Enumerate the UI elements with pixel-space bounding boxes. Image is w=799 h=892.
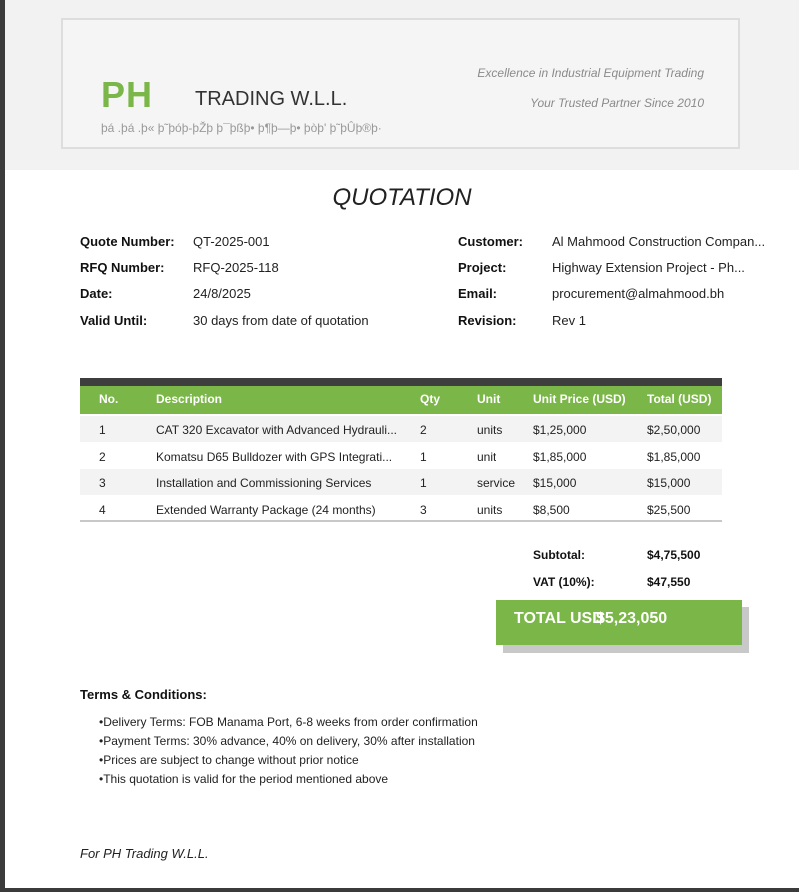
terms-item: Prices are subject to change without pri… bbox=[99, 751, 478, 770]
valid-until-label: Valid Until: bbox=[80, 313, 148, 328]
col-header-unit-price: Unit Price (USD) bbox=[533, 392, 626, 406]
quote-number-label: Quote Number: bbox=[80, 234, 175, 249]
grand-total-label: TOTAL USD bbox=[514, 610, 604, 627]
terms-item: Delivery Terms: FOB Manama Port, 6-8 wee… bbox=[99, 713, 478, 732]
table-row: 1 CAT 320 Excavator with Advanced Hydrau… bbox=[80, 416, 722, 442]
date-value: 24/8/2025 bbox=[193, 286, 251, 301]
company-name: TRADING W.L.L. bbox=[195, 88, 348, 110]
cell-qty: 2 bbox=[420, 423, 427, 437]
subtotal-value: $4,75,500 bbox=[647, 548, 701, 562]
terms-title: Terms & Conditions: bbox=[80, 687, 207, 702]
cell-unit-price: $1,85,000 bbox=[533, 450, 587, 464]
revision-value: Rev 1 bbox=[552, 313, 586, 328]
cell-no: 1 bbox=[99, 423, 106, 437]
cell-total: $15,000 bbox=[647, 476, 691, 490]
table-row: 4 Extended Warranty Package (24 months) … bbox=[80, 496, 722, 522]
revision-label: Revision: bbox=[458, 313, 517, 328]
cell-total: $25,500 bbox=[647, 503, 691, 517]
project-label: Project: bbox=[458, 260, 507, 275]
tagline-secondary: Your Trusted Partner Since 2010 bbox=[530, 96, 704, 110]
customer-value: Al Mahmood Construction Compan... bbox=[552, 234, 766, 249]
subtotal-label: Subtotal: bbox=[533, 548, 585, 562]
cell-unit: units bbox=[477, 423, 503, 437]
table-row: 2 Komatsu D65 Bulldozer with GPS Integra… bbox=[80, 443, 722, 469]
project-value: Highway Extension Project - Ph... bbox=[552, 260, 745, 275]
table-row: 3 Installation and Commissioning Service… bbox=[80, 469, 722, 495]
col-header-unit: Unit bbox=[477, 392, 501, 406]
table-bottom-rule bbox=[80, 520, 722, 522]
cell-unit: unit bbox=[477, 450, 497, 464]
rfq-number-value: RFQ-2025-118 bbox=[193, 260, 279, 275]
date-label: Date: bbox=[80, 286, 113, 301]
table-header: No. Description Qty Unit Unit Price (USD… bbox=[80, 386, 722, 414]
email-value: procurement@almahmood.bh bbox=[552, 286, 725, 301]
cell-unit: units bbox=[477, 503, 503, 517]
customer-label: Customer: bbox=[458, 234, 524, 249]
company-logo: PH bbox=[101, 74, 154, 115]
quote-number-value: QT-2025-001 bbox=[193, 234, 270, 249]
signoff: For PH Trading W.L.L. bbox=[80, 846, 209, 861]
valid-until-value: 30 days from date of quotation bbox=[193, 313, 369, 328]
cell-no: 4 bbox=[99, 503, 106, 517]
tagline-primary: Excellence in Industrial Equipment Tradi… bbox=[477, 66, 704, 80]
cell-unit-price: $15,000 bbox=[533, 476, 577, 490]
cell-qty: 1 bbox=[420, 450, 427, 464]
cell-no: 2 bbox=[99, 450, 106, 464]
cell-description: Installation and Commissioning Services bbox=[156, 476, 372, 490]
header-band: PH TRADING W.L.L. þá .þá .þ« þ˜þóþ-þŽþ þ… bbox=[5, 0, 799, 170]
vat-label: VAT (10%): bbox=[533, 575, 595, 589]
letterhead: PH TRADING W.L.L. þá .þá .þ« þ˜þóþ-þŽþ þ… bbox=[61, 18, 740, 149]
quotation-page: PH TRADING W.L.L. þá .þá .þ« þ˜þóþ-þŽþ þ… bbox=[5, 0, 799, 888]
table-top-bar bbox=[80, 378, 722, 386]
cell-description: Komatsu D65 Bulldozer with GPS Integrati… bbox=[156, 450, 393, 464]
cell-description: CAT 320 Excavator with Advanced Hydrauli… bbox=[156, 423, 398, 437]
col-header-qty: Qty bbox=[420, 392, 441, 406]
cell-description: Extended Warranty Package (24 months) bbox=[156, 503, 376, 517]
col-header-no: No. bbox=[99, 392, 119, 406]
cell-qty: 3 bbox=[420, 503, 427, 517]
cell-unit: service bbox=[477, 476, 516, 490]
cell-total: $1,85,000 bbox=[647, 450, 701, 464]
cell-no: 3 bbox=[99, 476, 106, 490]
cell-total: $2,50,000 bbox=[647, 423, 701, 437]
grand-total-value: $5,23,050 bbox=[596, 610, 668, 627]
email-label: Email: bbox=[458, 286, 498, 301]
col-header-description: Description bbox=[156, 392, 223, 406]
terms-item: This quotation is valid for the period m… bbox=[99, 770, 478, 789]
cell-unit-price: $8,500 bbox=[533, 503, 570, 517]
cell-qty: 1 bbox=[420, 476, 427, 490]
company-name-arabic: þá .þá .þ« þ˜þóþ-þŽþ þ¯þßþ• þ¶þ—þ• þòþ' … bbox=[101, 121, 382, 135]
document-title: QUOTATION bbox=[332, 184, 472, 211]
col-header-total: Total (USD) bbox=[647, 392, 712, 406]
cell-unit-price: $1,25,000 bbox=[533, 423, 587, 437]
terms-item: Payment Terms: 30% advance, 40% on deliv… bbox=[99, 732, 478, 751]
rfq-number-label: RFQ Number: bbox=[80, 260, 165, 275]
terms-list: Delivery Terms: FOB Manama Port, 6-8 wee… bbox=[99, 713, 478, 789]
vat-value: $47,550 bbox=[647, 575, 691, 589]
grand-total-box: TOTAL USD $5,23,050 bbox=[496, 600, 742, 645]
